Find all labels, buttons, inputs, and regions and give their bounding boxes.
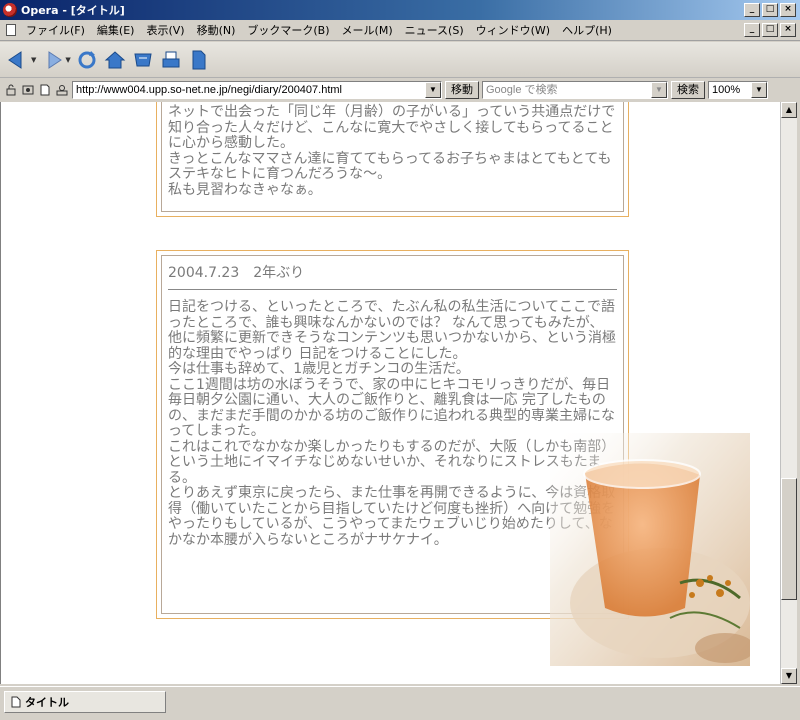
entry-heading: 2004.7.23 2年ぶり <box>168 262 617 290</box>
menu-view[interactable]: 表示(V) <box>140 21 190 40</box>
search-placeholder: Google で検索 <box>486 84 558 96</box>
url-history-dropdown[interactable]: ▼ <box>425 82 441 98</box>
menu-news[interactable]: ニュース(S) <box>399 21 470 40</box>
entry-body: ネットで出会った「同じ年（月齢）の子がいる」っていう共通点だけで知り合った人々だ… <box>168 104 616 198</box>
menu-file[interactable]: ファイル(F) <box>20 21 91 40</box>
page-info-icon[interactable] <box>38 83 52 97</box>
document-menu-icon[interactable] <box>6 24 16 36</box>
title-bar: Opera - [タイトル] _ □ × <box>0 0 800 20</box>
page-viewport[interactable]: ネットで出会った「同じ年（月齢）の子がいる」っていう共通点だけで知り合った人々だ… <box>0 102 780 684</box>
doc-minimize-button[interactable]: _ <box>744 23 760 37</box>
image-toggle-icon[interactable] <box>21 83 35 97</box>
menu-edit[interactable]: 編集(E) <box>91 21 141 40</box>
document-window-controls: _ □ × <box>744 23 796 37</box>
window-title: Opera - [タイトル] <box>21 4 125 17</box>
status-bar: タイトル <box>0 686 800 720</box>
window-controls: _ □ × <box>744 3 796 17</box>
go-button[interactable]: 移動 <box>445 81 479 99</box>
search-button[interactable]: 検索 <box>671 81 705 99</box>
scroll-up-button[interactable]: ▲ <box>781 102 797 118</box>
page-tab-icon <box>11 696 21 708</box>
menu-navigation[interactable]: 移動(N) <box>191 21 242 40</box>
vertical-scrollbar[interactable]: ▲ ▼ <box>780 102 797 684</box>
zoom-dropdown[interactable]: ▼ <box>751 82 767 98</box>
entry-frame: ネットで出会った「同じ年（月齢）の子がいる」っていう共通点だけで知り合った人々だ… <box>161 102 624 212</box>
diary-entry-previous: ネットで出会った「同じ年（月齢）の子がいる」っていう共通点だけで知り合った人々だ… <box>156 102 629 217</box>
scroll-thumb[interactable] <box>781 477 797 600</box>
document-icon[interactable] <box>187 48 211 72</box>
print-icon[interactable] <box>159 48 183 72</box>
back-icon[interactable] <box>6 48 30 72</box>
page-tab-label: タイトル <box>25 696 69 709</box>
menu-mail[interactable]: メール(M) <box>336 21 399 40</box>
back-history-icon[interactable]: ▼ <box>31 56 36 64</box>
maximize-button[interactable]: □ <box>762 3 778 17</box>
menu-bar: ファイル(F) 編集(E) 表示(V) 移動(N) ブックマーク(B) メール(… <box>0 20 800 41</box>
menu-window[interactable]: ウィンドウ(W) <box>470 21 556 40</box>
address-bar: http://www004.upp.so-net.ne.jp/negi/diar… <box>0 79 800 101</box>
forward-history-icon[interactable]: ▼ <box>65 56 70 64</box>
search-engine-dropdown[interactable]: ▼ <box>651 82 667 98</box>
drink-photo-image <box>550 433 750 666</box>
page-tab[interactable]: タイトル <box>4 691 166 713</box>
zoom-value: 100% <box>712 84 741 96</box>
minimize-button[interactable]: _ <box>744 3 760 17</box>
navigation-toolbar: ▼ ▼ <box>0 42 800 78</box>
security-lock-icon[interactable] <box>4 83 18 97</box>
reload-icon[interactable] <box>75 48 99 72</box>
user-mode-icon[interactable] <box>55 83 69 97</box>
opera-logo-icon <box>3 3 17 17</box>
home-icon[interactable] <box>103 48 127 72</box>
menu-bookmarks[interactable]: ブックマーク(B) <box>241 21 335 40</box>
scroll-down-button[interactable]: ▼ <box>781 668 797 684</box>
zoom-select[interactable]: 100% ▼ <box>708 81 768 99</box>
url-text: http://www004.upp.so-net.ne.jp/negi/diar… <box>76 84 342 96</box>
hotlist-icon[interactable] <box>131 48 155 72</box>
menu-help[interactable]: ヘルプ(H) <box>556 21 618 40</box>
search-input[interactable]: Google で検索 ▼ <box>482 81 668 99</box>
close-button[interactable]: × <box>780 3 796 17</box>
doc-close-button[interactable]: × <box>780 23 796 37</box>
doc-restore-button[interactable]: □ <box>762 23 778 37</box>
forward-icon[interactable] <box>40 48 64 72</box>
url-input[interactable]: http://www004.upp.so-net.ne.jp/negi/diar… <box>72 81 442 99</box>
